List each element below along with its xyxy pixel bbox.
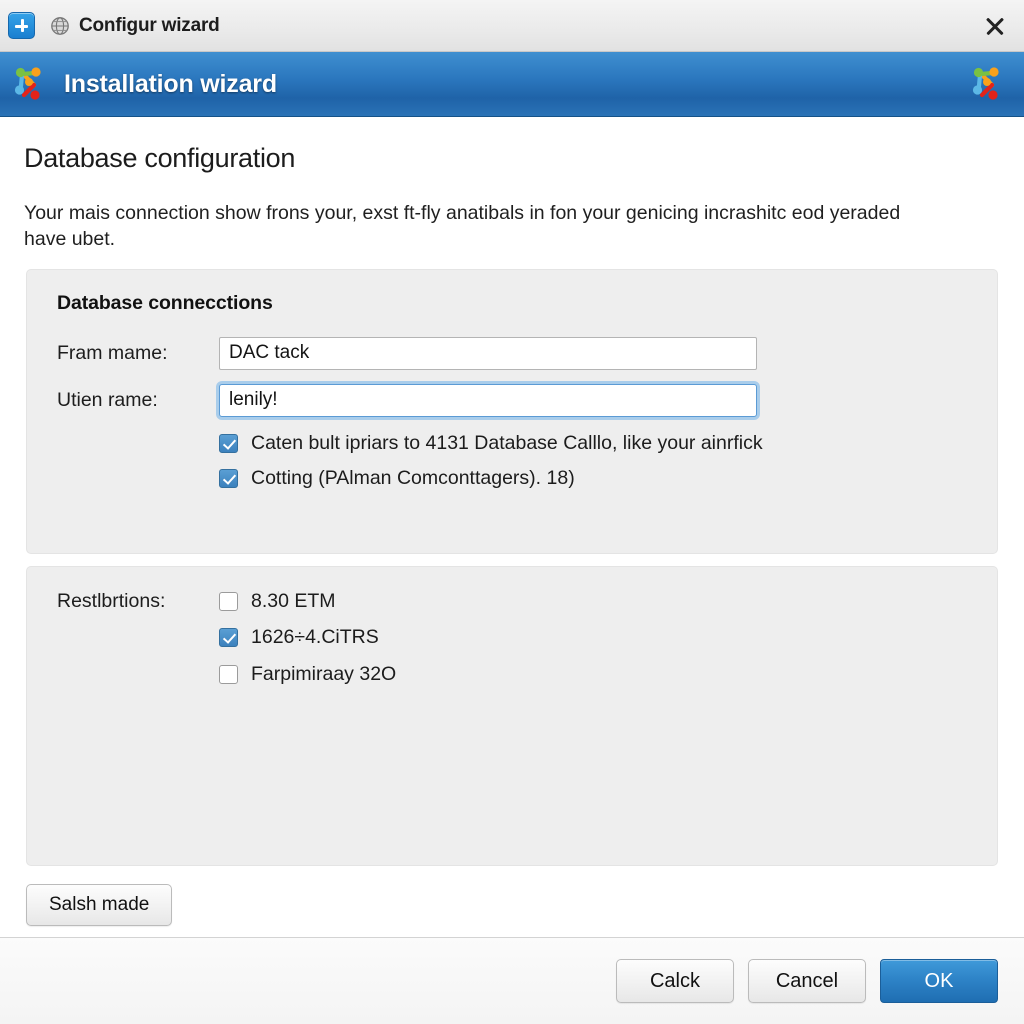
restriction-item[interactable]: 8.30 ETM <box>219 589 396 615</box>
checkbox-label: 1626÷4.CiTRS <box>251 626 379 649</box>
restrictions-group: Restlbrtions: 8.30 ETM 1626÷4.CiTRS Farp… <box>26 565 998 866</box>
wizard-banner: Installation wizard <box>0 52 1024 117</box>
restriction-item[interactable]: 1626÷4.CiTRS <box>219 625 396 651</box>
checkbox-indicator[interactable] <box>219 433 238 453</box>
utien-rame-label: Utien rame: <box>57 388 158 411</box>
banner-title: Installation wizard <box>64 69 277 98</box>
checkbox-row[interactable]: Cotting (PAlman Comconttagers). 18) <box>219 466 973 492</box>
page-description: Your mais connection show frons your, ex… <box>24 202 901 251</box>
restrictions-list: 8.30 ETM 1626÷4.CiTRS Farpimiraay 32O <box>219 589 396 688</box>
fram-mame-input[interactable] <box>219 336 757 370</box>
checkbox-label: Caten bult ipriars to 4131 Database Call… <box>251 431 763 454</box>
new-tab-button[interactable] <box>8 12 35 39</box>
restrictions-row: Restlbrtions: 8.30 ETM 1626÷4.CiTRS Farp… <box>57 589 973 688</box>
wizard-content: Database configuration Your mais connect… <box>0 117 1024 937</box>
title-bar: Configur wizard <box>0 0 1024 52</box>
form-row-utien-rame: Utien rame: <box>57 383 973 417</box>
calck-button[interactable]: Calck <box>616 959 734 1003</box>
checkbox-indicator[interactable] <box>219 591 238 611</box>
checkbox-indicator[interactable] <box>219 628 238 648</box>
group-heading: Database connecctions <box>57 291 273 314</box>
restriction-item[interactable]: Farpimiraay 32O <box>219 662 396 688</box>
connection-options-list: Caten bult ipriars to 4131 Database Call… <box>219 431 973 492</box>
checkbox-label: Cotting (PAlman Comconttagers). 18) <box>251 467 575 490</box>
tab-title[interactable]: Configur wizard <box>79 15 220 37</box>
checkbox-label: 8.30 ETM <box>251 589 336 612</box>
cancel-button[interactable]: Cancel <box>748 959 866 1003</box>
close-icon[interactable] <box>978 9 1012 43</box>
utien-rame-input[interactable] <box>219 383 757 417</box>
globe-icon <box>49 15 71 37</box>
restrictions-label: Restlbrtions: <box>57 589 166 612</box>
checkbox-indicator[interactable] <box>219 469 238 489</box>
fram-mame-label: Fram mame: <box>57 341 168 364</box>
salsh-made-row: Salsh made <box>26 883 998 926</box>
dialog-footer: Calck Cancel OK <box>0 937 1024 1024</box>
joomla-logo-icon <box>10 62 50 106</box>
page-title: Database configuration <box>24 143 296 173</box>
database-connections-group: Database connecctions Fram mame: Utien r… <box>26 268 998 554</box>
joomla-logo-icon-right <box>968 62 1008 106</box>
salsh-made-button[interactable]: Salsh made <box>26 883 173 926</box>
form-row-fram-mame: Fram mame: <box>57 336 973 370</box>
checkbox-indicator[interactable] <box>219 665 238 685</box>
checkbox-label: Farpimiraay 32O <box>251 663 397 686</box>
ok-button[interactable]: OK <box>880 959 998 1003</box>
wizard-window: Configur wizard Installation wizard Data… <box>0 0 1024 1024</box>
checkbox-row[interactable]: Caten bult ipriars to 4131 Database Call… <box>219 431 973 457</box>
